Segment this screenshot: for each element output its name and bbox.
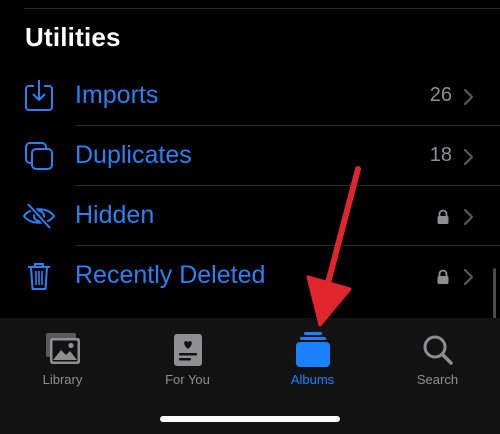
utility-row-duplicates[interactable]: Duplicates 18 <box>0 126 500 186</box>
utility-row-recently-deleted[interactable]: Recently Deleted <box>0 246 500 306</box>
hidden-eye-icon <box>22 202 56 230</box>
tab-search[interactable]: Search <box>375 332 500 392</box>
tab-for-you[interactable]: For You <box>125 332 250 392</box>
tab-label: Albums <box>290 372 335 387</box>
home-indicator[interactable] <box>160 416 340 422</box>
import-icon <box>25 80 53 111</box>
utility-row-imports[interactable]: Imports 26 <box>0 66 500 126</box>
tab-label: Search <box>416 372 459 387</box>
duplicates-icon <box>25 142 53 170</box>
utility-label: Imports <box>75 81 159 109</box>
trash-icon <box>28 263 50 290</box>
utility-label: Hidden <box>75 201 155 229</box>
utilities-list: Imports 26 Duplicates 18 Hidden Recently… <box>0 66 500 306</box>
annotation-arrow-icon <box>306 166 361 327</box>
utility-label: Duplicates <box>75 141 192 169</box>
chevron-right-icon <box>463 148 474 166</box>
chevron-right-icon <box>463 208 474 226</box>
chevron-right-icon <box>463 88 474 106</box>
tab-label: For You <box>165 372 210 387</box>
lock-icon <box>437 209 449 224</box>
utility-row-hidden[interactable]: Hidden <box>0 186 500 246</box>
albums-icon <box>295 332 330 367</box>
section-title: Utilities <box>25 22 121 52</box>
lock-icon <box>437 269 449 284</box>
utility-label: Recently Deleted <box>75 261 266 289</box>
utility-count: 26 <box>429 84 452 106</box>
utility-count: 18 <box>429 144 452 166</box>
tab-label: Library <box>42 372 83 387</box>
library-icon <box>45 333 80 364</box>
tab-library[interactable]: Library <box>0 332 125 392</box>
search-icon <box>423 335 453 365</box>
scroll-indicator[interactable] <box>493 268 496 320</box>
for-you-icon <box>173 334 202 366</box>
top-divider <box>24 8 500 9</box>
photos-albums-screen: Utilities Imports 26 Duplicates 18 Hidde… <box>0 0 500 434</box>
tab-albums[interactable]: Albums <box>250 332 375 392</box>
chevron-right-icon <box>463 268 474 286</box>
